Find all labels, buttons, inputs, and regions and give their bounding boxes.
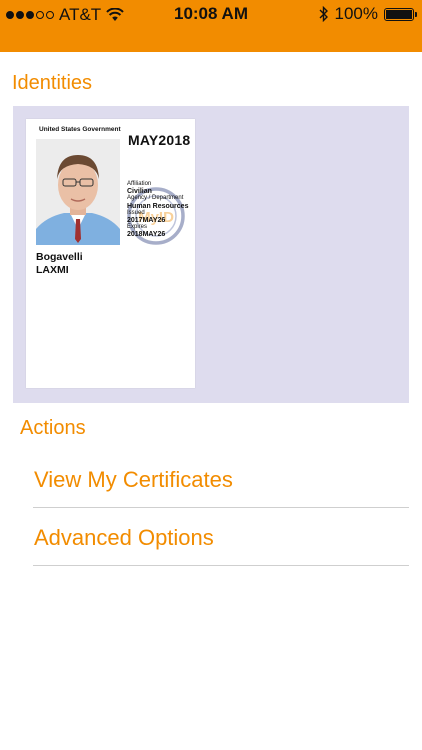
identities-panel: United States Government MAY2018 MyID Af…	[13, 106, 409, 403]
card-issuer: United States Government	[39, 126, 121, 133]
card-first-name: LAXMI	[36, 264, 69, 276]
identities-heading: Identities	[12, 72, 93, 94]
advanced-options-button[interactable]: Advanced Options	[33, 509, 409, 566]
identity-card[interactable]: United States Government MAY2018 MyID Af…	[26, 119, 195, 388]
status-bar: AT&T 10:08 AM 100%	[0, 0, 422, 52]
affiliation-value: Civilian	[127, 188, 152, 196]
card-details: Affiliation Civilian Agency / Department…	[127, 181, 188, 239]
bluetooth-icon	[319, 6, 328, 22]
card-photo	[36, 139, 120, 245]
view-certificates-label: View My Certificates	[34, 467, 233, 492]
status-right: 100%	[319, 4, 417, 24]
card-expiry-header: MAY2018	[128, 132, 191, 148]
affiliation-label: Affiliation	[127, 181, 152, 187]
issued-label: Issued	[127, 209, 145, 216]
agency-value: Human Resources	[127, 202, 189, 210]
agency-label: Agency / Department	[127, 195, 184, 202]
battery-percent: 100%	[334, 4, 378, 23]
card-last-name: Bogavelli	[36, 251, 83, 263]
expires-value: 2018MAY26	[127, 231, 166, 239]
battery-icon	[384, 7, 417, 21]
person-photo-icon	[36, 139, 120, 245]
view-certificates-button[interactable]: View My Certificates	[33, 451, 409, 508]
actions-heading: Actions	[20, 417, 86, 439]
expires-label: Expires	[127, 224, 148, 231]
issued-value: 2017MAY26	[127, 217, 166, 225]
advanced-options-label: Advanced Options	[34, 525, 214, 550]
